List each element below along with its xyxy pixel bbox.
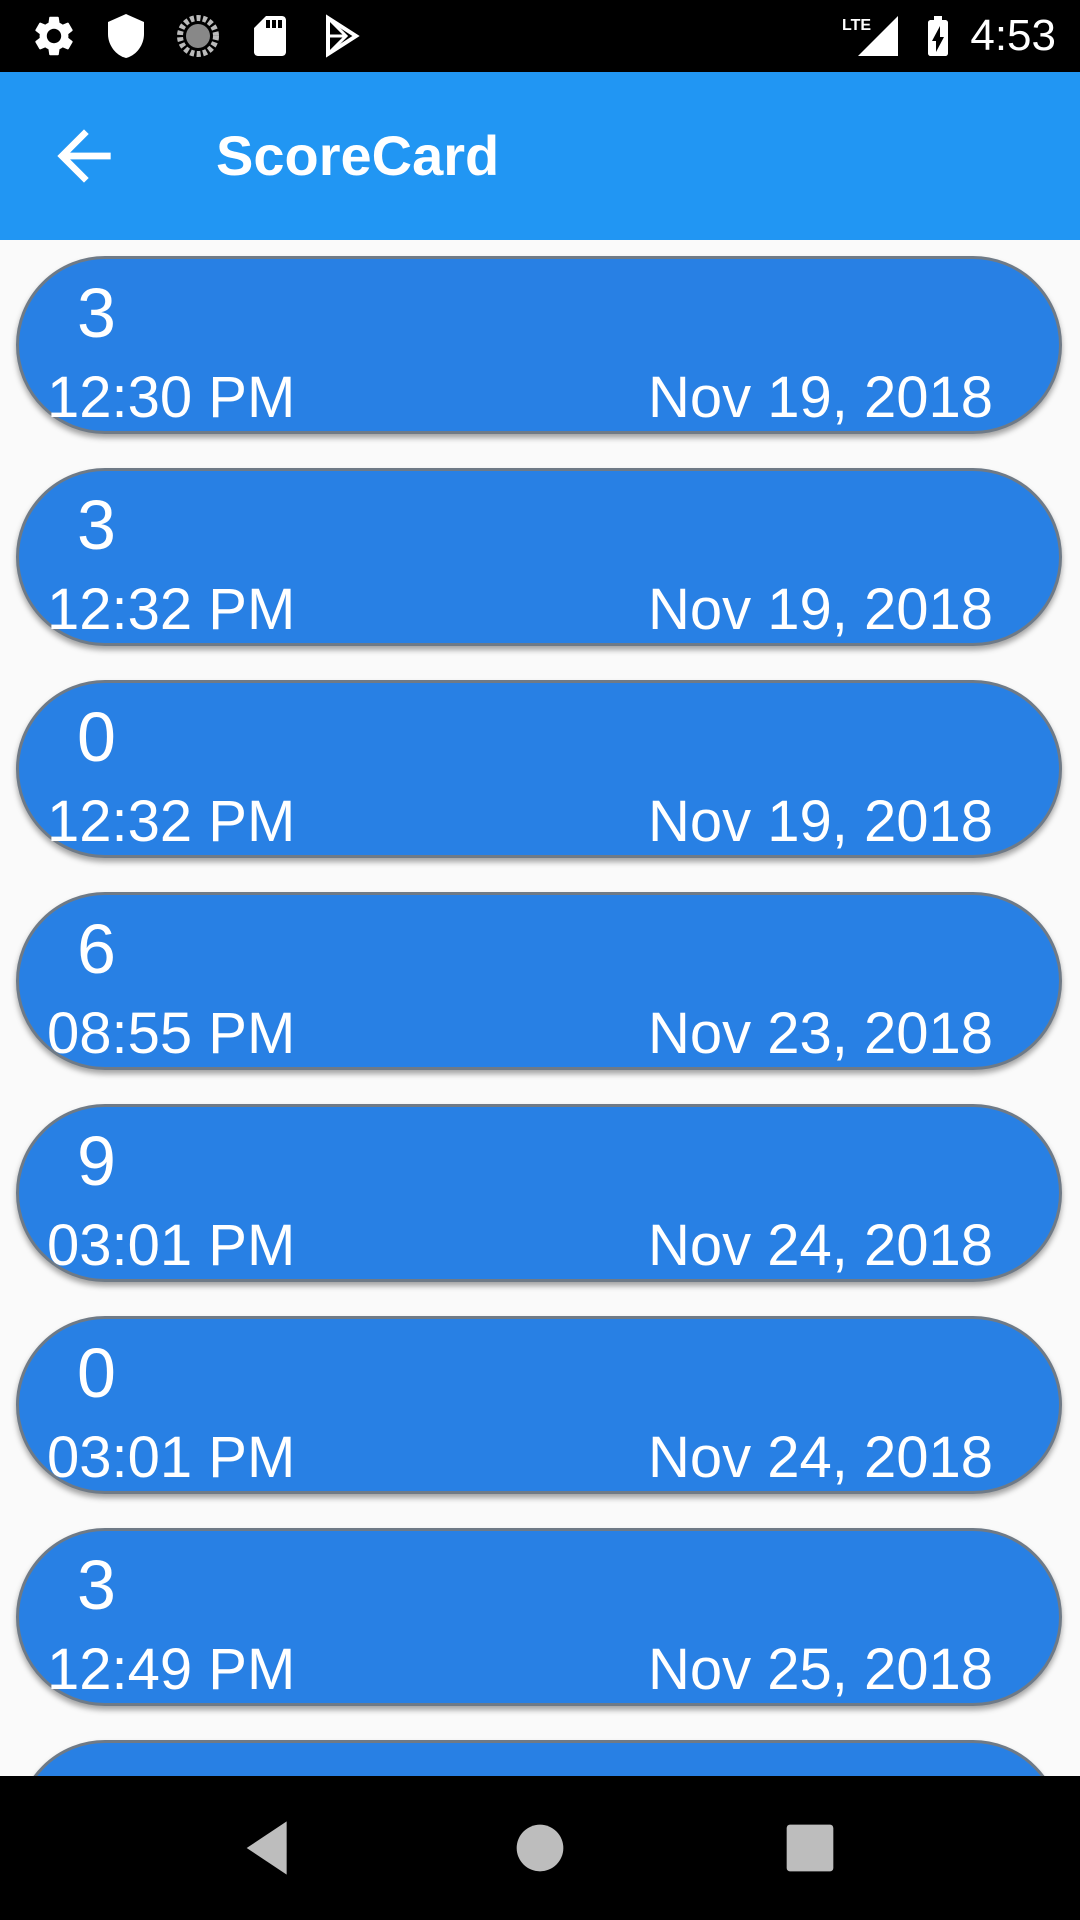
score-time: 03:01 PM xyxy=(47,1213,296,1278)
score-card[interactable]: 0 03:01 PM Nov 24, 2018 xyxy=(16,1316,1062,1494)
score-time: 08:55 PM xyxy=(47,1001,296,1066)
score-date: Nov 23, 2018 xyxy=(647,1001,993,1066)
score-date: Nov 19, 2018 xyxy=(647,789,993,854)
score-card[interactable]: 9 03:01 PM Nov 24, 2018 xyxy=(16,1104,1062,1282)
score-list[interactable]: 3 12:30 PM Nov 19, 2018 3 12:32 PM Nov 1… xyxy=(0,240,1080,1776)
score-value: 0 xyxy=(77,1334,116,1412)
lte-signal-icon: LTE xyxy=(842,12,902,60)
screen: LTE 4:53 ScoreCard 3 12:30 PM Nov 19, 20… xyxy=(0,0,1080,1920)
score-time: 12:32 PM xyxy=(47,789,296,854)
score-time: 12:30 PM xyxy=(47,365,296,430)
nav-home-button[interactable] xyxy=(500,1808,580,1888)
navigation-bar xyxy=(0,1776,1080,1920)
score-card[interactable]: 0 12:32 PM Nov 19, 2018 xyxy=(16,680,1062,858)
nav-home-icon xyxy=(516,1824,564,1872)
score-card[interactable]: 6 08:55 PM Nov 23, 2018 xyxy=(16,892,1062,1070)
score-value: 3 xyxy=(77,486,116,564)
back-button[interactable] xyxy=(44,116,124,196)
score-value: 6 xyxy=(77,910,116,988)
score-date: Nov 19, 2018 xyxy=(647,365,993,430)
score-value: 3 xyxy=(77,1546,116,1624)
score-card[interactable]: 3 12:32 PM Nov 19, 2018 xyxy=(16,468,1062,646)
sd-card-icon xyxy=(246,12,294,60)
score-value: 3 xyxy=(77,274,116,352)
score-time: 12:32 PM xyxy=(47,577,296,642)
sync-spinner-icon xyxy=(174,12,222,60)
score-time: 03:01 PM xyxy=(47,1425,296,1490)
score-card-partial[interactable] xyxy=(16,1740,1062,1776)
gear-icon xyxy=(30,12,78,60)
shield-icon xyxy=(102,12,150,60)
battery-charging-icon xyxy=(914,12,962,60)
score-date: Nov 24, 2018 xyxy=(647,1425,993,1490)
score-value: 9 xyxy=(77,1122,116,1200)
nav-back-icon xyxy=(246,1821,287,1875)
score-date: Nov 19, 2018 xyxy=(647,577,993,642)
score-card[interactable]: 3 12:49 PM Nov 25, 2018 xyxy=(16,1528,1062,1706)
nav-back-button[interactable] xyxy=(230,1808,310,1888)
nav-recents-button[interactable] xyxy=(770,1808,850,1888)
arrow-back-icon xyxy=(57,129,111,183)
status-clock: 4:53 xyxy=(970,11,1056,60)
lte-label: LTE xyxy=(842,17,871,34)
score-date: Nov 25, 2018 xyxy=(647,1637,993,1702)
app-bar: ScoreCard xyxy=(0,72,1080,240)
score-card[interactable]: 3 12:30 PM Nov 19, 2018 xyxy=(16,256,1062,434)
nav-recents-icon xyxy=(786,1824,834,1872)
score-date: Nov 24, 2018 xyxy=(647,1213,993,1278)
status-bar: LTE 4:53 xyxy=(0,0,1080,72)
score-time: 12:49 PM xyxy=(47,1637,296,1702)
page-title: ScoreCard xyxy=(216,124,500,187)
score-value: 0 xyxy=(77,698,116,776)
play-store-icon xyxy=(318,12,366,60)
